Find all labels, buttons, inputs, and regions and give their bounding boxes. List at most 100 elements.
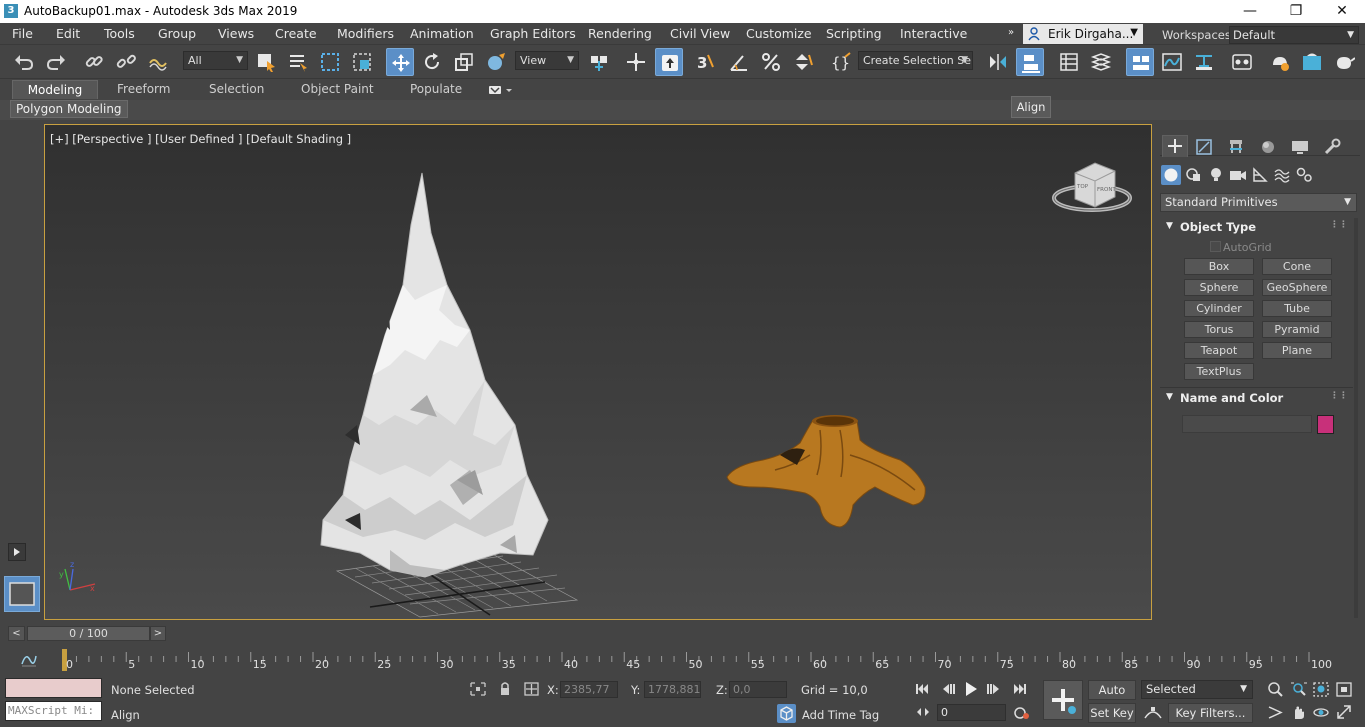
reference-coordinate-dropdown[interactable]: View ▼ [515,51,579,70]
zoom-all-button[interactable] [1290,681,1308,698]
sphere-button[interactable]: Sphere [1184,279,1254,296]
menu-rendering[interactable]: Rendering [588,26,652,41]
next-frame-button[interactable]: > [150,626,166,641]
bind-to-space-warp-button[interactable] [144,48,172,76]
helpers-category-button[interactable] [1250,165,1270,185]
expand-scene-explorer-button[interactable] [8,543,26,561]
object-name-field[interactable] [1182,415,1312,433]
maximize-viewport-button[interactable] [1335,704,1353,721]
y-coord-field[interactable]: 1778,881 [644,681,701,698]
tab-selection[interactable]: Selection [204,80,269,99]
mirror-button[interactable] [984,48,1012,76]
menu-modifiers[interactable]: Modifiers [337,26,394,41]
motion-tab[interactable] [1257,137,1279,157]
command-panel-scrollbar[interactable] [1354,218,1358,618]
perspective-viewport[interactable]: [+] [Perspective ] [User Defined ] [Defa… [44,124,1152,620]
close-icon[interactable]: ✕ [1319,0,1365,23]
menu-customize[interactable]: Customize [746,26,812,41]
scene-explorer-button[interactable] [1055,48,1083,76]
key-selection-dropdown[interactable]: Selected ▼ [1141,680,1253,699]
viewcube[interactable]: TOP FRONT [1052,162,1132,212]
textplus-button[interactable]: TextPlus [1184,363,1254,380]
x-coord-field[interactable]: 2385,77 [560,681,618,698]
select-and-manipulate-button[interactable] [622,48,650,76]
select-and-rotate-button[interactable] [418,48,446,76]
lights-category-button[interactable] [1206,165,1226,185]
schematic-view-button[interactable] [1190,48,1218,76]
menu-graph-editors[interactable]: Graph Editors [490,26,576,41]
time-tag-icon[interactable] [777,704,796,723]
cameras-category-button[interactable] [1228,165,1248,185]
zoom-button[interactable] [1266,681,1284,698]
pyramid-button[interactable]: Pyramid [1262,321,1332,338]
window-crossing-button[interactable] [348,48,376,76]
menu-overflow[interactable]: » [1008,27,1014,38]
hierarchy-tab[interactable] [1225,137,1247,157]
torus-button[interactable]: Torus [1184,321,1254,338]
add-time-tag-button[interactable]: Add Time Tag [802,708,879,722]
menu-civil-view[interactable]: Civil View [670,26,730,41]
select-and-move-button[interactable] [386,48,414,76]
absolute-mode-toggle[interactable] [523,681,540,697]
pivot-point-center-button[interactable] [585,48,613,76]
previous-key-button[interactable] [939,681,957,697]
angle-snap-toggle-button[interactable] [725,48,753,76]
redo-button[interactable] [42,48,70,76]
ribbon-options-button[interactable] [488,84,514,96]
go-to-start-button[interactable] [913,681,931,697]
default-in-out-tangents-button[interactable] [1143,704,1163,721]
menu-edit[interactable]: Edit [56,26,80,41]
systems-category-button[interactable] [1294,165,1314,185]
previous-frame-button[interactable]: < [8,626,25,641]
key-filters-button[interactable]: Key Filters... [1168,703,1253,723]
go-to-end-button[interactable] [1011,681,1029,697]
snaps-toggle-button[interactable]: 3 [692,48,720,76]
plane-button[interactable]: Plane [1262,342,1332,359]
next-key-button[interactable] [985,681,1003,697]
menu-scripting[interactable]: Scripting [826,26,882,41]
align-button[interactable] [1016,48,1044,76]
mini-curve-editor-button[interactable] [0,648,42,672]
set-key-button[interactable] [1043,680,1083,720]
geosphere-button[interactable]: GeoSphere [1262,279,1332,296]
track-bar[interactable] [42,646,1365,674]
select-and-place-button[interactable] [482,48,510,76]
play-button[interactable] [961,679,981,699]
rendered-frame-window-button[interactable] [1298,48,1326,76]
tab-freeform[interactable]: Freeform [112,80,175,99]
create-tab[interactable] [1162,135,1188,157]
orbit-button[interactable] [1312,704,1330,721]
viewport-layout-button[interactable] [4,576,40,612]
undo-button[interactable] [10,48,38,76]
modify-tab[interactable] [1193,137,1215,157]
minimize-icon[interactable]: — [1227,0,1273,23]
teapot-button[interactable]: Teapot [1184,342,1254,359]
object-type-rollout-header[interactable]: ▼ Object Type ⋮⋮ [1162,220,1354,238]
object-color-swatch[interactable] [1317,415,1334,434]
spinner-snap-toggle-button[interactable] [789,48,817,76]
utilities-tab[interactable] [1321,137,1343,157]
menu-create[interactable]: Create [275,26,317,41]
current-frame-field[interactable]: 0 [937,704,1006,721]
tab-modeling[interactable]: Modeling [12,80,98,99]
zoom-extents-button[interactable] [1312,681,1330,698]
display-tab[interactable] [1289,137,1311,157]
edit-named-selection-sets-button[interactable]: {} [827,48,855,76]
menu-views[interactable]: Views [218,26,254,41]
keyboard-shortcut-override-button[interactable] [655,48,683,76]
set-key-mode-button[interactable]: Set Key [1088,703,1136,723]
z-coord-field[interactable]: 0,0 [729,681,787,698]
polygon-modeling-panel[interactable]: Polygon Modeling [10,100,128,118]
select-object-button[interactable] [252,48,280,76]
restore-icon[interactable]: ❐ [1273,0,1319,23]
rectangular-selection-button[interactable] [316,48,344,76]
box-button[interactable]: Box [1184,258,1254,275]
maxscript-mini-listener[interactable]: MAXScript Mi: [5,701,102,721]
menu-interactive[interactable]: Interactive [900,26,967,41]
autogrid-checkbox[interactable] [1210,241,1221,252]
select-by-name-button[interactable] [284,48,312,76]
menu-animation[interactable]: Animation [410,26,474,41]
shapes-category-button[interactable] [1184,165,1204,185]
auto-key-button[interactable]: Auto Key [1088,680,1136,715]
isolate-selection-button[interactable] [469,681,487,697]
